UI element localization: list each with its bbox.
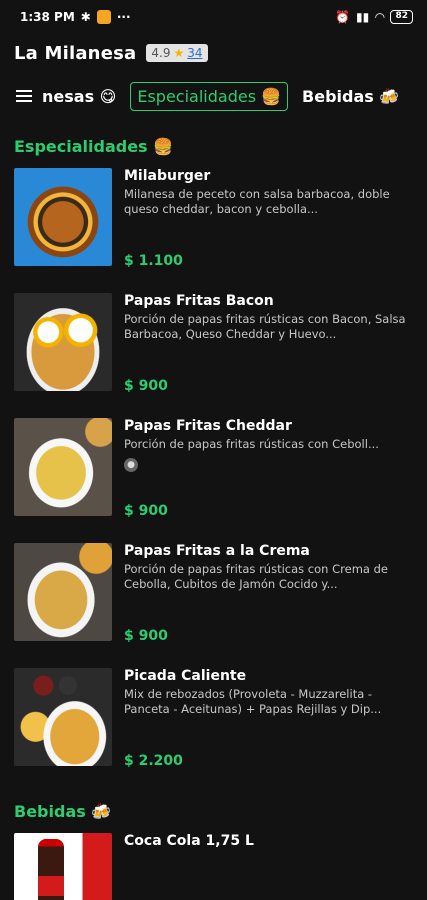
item-name: Papas Fritas a la Crema <box>124 543 310 559</box>
rating-chip[interactable]: 4.9 ★ 34 <box>146 44 208 62</box>
item-image <box>14 418 112 516</box>
item-image <box>14 833 112 900</box>
wifi-icon: ◠ <box>375 10 385 24</box>
app-header: La Milanesa 4.9 ★ 34 <box>0 34 427 72</box>
item-name: Coca Cola 1,75 L <box>124 833 254 849</box>
menu-item-papas-fritas-crema[interactable]: Papas Fritas a la Crema Porción de papas… <box>0 535 427 660</box>
tab-milanesas[interactable]: nesas 😋 <box>40 83 122 110</box>
category-tabs: nesas 😋 Especialidades 🍔 Bebidas 🍻 <box>0 72 427 120</box>
alarm-icon: ⏰ <box>335 10 351 24</box>
bottle-icon <box>38 839 64 900</box>
rating-value: 4.9 <box>151 46 171 60</box>
info-icon[interactable]: ● <box>124 458 138 472</box>
more-notifications-icon: ··· <box>116 10 131 24</box>
restaurant-title: La Milanesa <box>14 42 137 64</box>
item-image <box>14 168 112 266</box>
item-description: Porción de papas fritas rústicas con Ceb… <box>124 437 379 451</box>
section-title-bebidas: Bebidas 🍻 <box>14 801 112 821</box>
bluetooth-icon: ✱ <box>80 10 91 24</box>
battery-icon: 82 <box>390 10 413 24</box>
item-price: $ 2.200 <box>124 753 183 769</box>
item-price: $ 1.100 <box>124 253 183 269</box>
menu-item-milaburger[interactable]: Milaburger Milanesa de peceto con salsa … <box>0 160 427 285</box>
item-image <box>14 668 112 766</box>
hamburger-menu-icon[interactable] <box>16 90 32 102</box>
item-description: Porción de papas fritas rústicas con Bac… <box>124 312 406 341</box>
item-price: $ 900 <box>124 628 168 644</box>
item-name: Papas Fritas Cheddar <box>124 418 292 434</box>
tab-bebidas[interactable]: Bebidas 🍻 <box>296 83 405 110</box>
item-name: Picada Caliente <box>124 668 247 684</box>
rating-count-link[interactable]: 34 <box>187 46 202 60</box>
section-title-especialidades: Especialidades 🍔 <box>14 136 174 156</box>
menu-item-papas-fritas-cheddar[interactable]: Papas Fritas Cheddar Porción de papas fr… <box>0 410 427 535</box>
item-name: Milaburger <box>124 168 211 184</box>
item-image <box>14 293 112 391</box>
item-description: Porción de papas fritas rústicas con Cre… <box>124 562 388 591</box>
item-description: Mix de rebozados (Provoleta - Muzzarelit… <box>124 687 382 716</box>
signal-icon: ▮▮ <box>356 10 370 24</box>
item-price: $ 900 <box>124 378 168 394</box>
item-description: Milanesa de peceto con salsa barbacoa, d… <box>124 187 390 216</box>
status-left: 1:38 PM ✱ ··· <box>20 10 131 24</box>
status-time: 1:38 PM <box>20 10 75 24</box>
status-bar: 1:38 PM ✱ ··· ⏰ ▮▮ ◠ 82 <box>0 0 427 34</box>
tab-especialidades[interactable]: Especialidades 🍔 <box>130 81 289 111</box>
item-name: Papas Fritas Bacon <box>124 293 274 309</box>
menu-item-papas-fritas-bacon[interactable]: Papas Fritas Bacon Porción de papas frit… <box>0 285 427 410</box>
star-icon: ★ <box>173 46 185 60</box>
item-image <box>14 543 112 641</box>
item-price: $ 900 <box>124 503 168 519</box>
menu-item-coca-cola[interactable]: Coca Cola 1,75 L <box>0 825 427 900</box>
menu-item-picada-caliente[interactable]: Picada Caliente Mix de rebozados (Provol… <box>0 660 427 785</box>
notification-icon <box>96 10 111 24</box>
status-right: ⏰ ▮▮ ◠ 82 <box>335 10 413 24</box>
